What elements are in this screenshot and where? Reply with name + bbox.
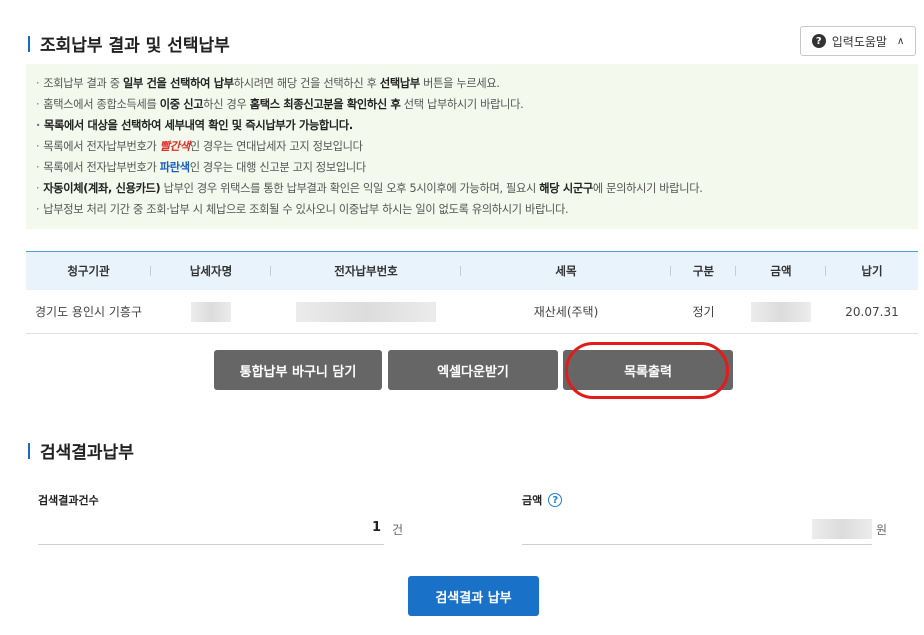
excel-download-button[interactable]: 엑셀다운받기 (388, 350, 558, 390)
masked-payment-number (296, 301, 436, 322)
cell-agency: 경기도 용인시 기흥구 (35, 305, 142, 319)
header-tax-item: 세목 (461, 263, 671, 279)
section-title-text: 조회납부 결과 및 선택납부 (40, 36, 230, 56)
help-label: 입력도움말 (831, 34, 887, 49)
result-count-unit: 건 (392, 523, 404, 537)
header-due-date: 납기 (861, 264, 883, 278)
cell-amount (736, 301, 826, 322)
help-button[interactable]: ? 입력도움말 ∧ (800, 26, 916, 56)
result-count-value: 1 (372, 520, 382, 535)
masked-total-amount (812, 518, 872, 539)
highlight-circle (565, 342, 729, 399)
amount-label-text: 금액 (522, 494, 543, 507)
notice-line-4: 목록에서 전자납부번호가 빨간색인 경우는 연대납세자 고지 정보입니다 (36, 136, 908, 157)
amount-underline (522, 544, 872, 545)
masked-taxpayer (191, 301, 231, 322)
notice-line-3: 목록에서 대상을 선택하여 세부내역 확인 및 즉시납부가 가능합니다. (36, 115, 908, 136)
header-taxpayer: 납세자명 (151, 263, 271, 279)
amount-unit: 원 (876, 523, 888, 537)
cell-tax-item: 재산세(주택) (533, 305, 599, 319)
question-icon: ? (811, 34, 826, 48)
amount-label: 금액 ? (522, 492, 563, 508)
result-count-label: 검색결과건수 (38, 494, 99, 507)
table-row[interactable]: 경기도 용인시 기흥구 재산세(주택) 정기 20.07.31 (26, 290, 918, 334)
results-table: 청구기관 납세자명 전자납부번호 세목 구분 금액 납기 경기도 용인시 기흥구… (26, 251, 918, 334)
chevron-up-icon: ∧ (896, 35, 905, 47)
masked-amount (751, 301, 811, 322)
cell-payment-number[interactable] (271, 301, 461, 322)
notice-line-2: 홈택스에서 종합소득세를 이중 신고하신 경우 홈택스 최종신고분을 확인하신 … (36, 94, 908, 115)
section-title-text: 검색결과납부 (40, 443, 134, 463)
info-icon[interactable]: ? (548, 493, 563, 507)
section-title-search-payment: 검색결과납부 (28, 438, 134, 463)
pay-search-results-button[interactable]: 검색결과 납부 (408, 576, 539, 616)
cell-taxpayer (151, 301, 271, 322)
result-count-underline (38, 544, 384, 545)
header-agency: 청구기관 (26, 263, 151, 279)
table-header: 청구기관 납세자명 전자납부번호 세목 구분 금액 납기 (26, 252, 918, 290)
cell-due-date: 20.07.31 (845, 304, 899, 319)
amount-value (812, 518, 872, 539)
notice-line-5: 목록에서 전자납부번호가 파란색인 경우는 대행 신고분 고지 정보입니다 (36, 157, 908, 178)
header-payment-number: 전자납부번호 (271, 263, 461, 279)
section-title-results: 조회납부 결과 및 선택납부 (28, 31, 230, 56)
add-to-basket-button[interactable]: 통합납부 바구니 담기 (214, 350, 382, 390)
header-type: 구분 (671, 263, 736, 279)
title-bar (28, 35, 30, 52)
notice-line-1: 조회납부 결과 중 일부 건을 선택하여 납부하시려면 해당 건을 선택하신 후… (36, 73, 908, 94)
header-amount: 금액 (736, 263, 826, 279)
notice-box: 조회납부 결과 중 일부 건을 선택하여 납부하시려면 해당 건을 선택하신 후… (26, 64, 918, 229)
notice-line-7: 납부정보 처리 기간 중 조회·납부 시 체납으로 조회될 수 있사오니 이중납… (36, 199, 908, 220)
notice-line-6: 자동이체(계좌, 신용카드) 납부인 경우 위택스를 통한 납부결과 확인은 익… (36, 178, 908, 199)
cell-type: 정기 (692, 305, 715, 319)
title-bar (28, 442, 30, 459)
